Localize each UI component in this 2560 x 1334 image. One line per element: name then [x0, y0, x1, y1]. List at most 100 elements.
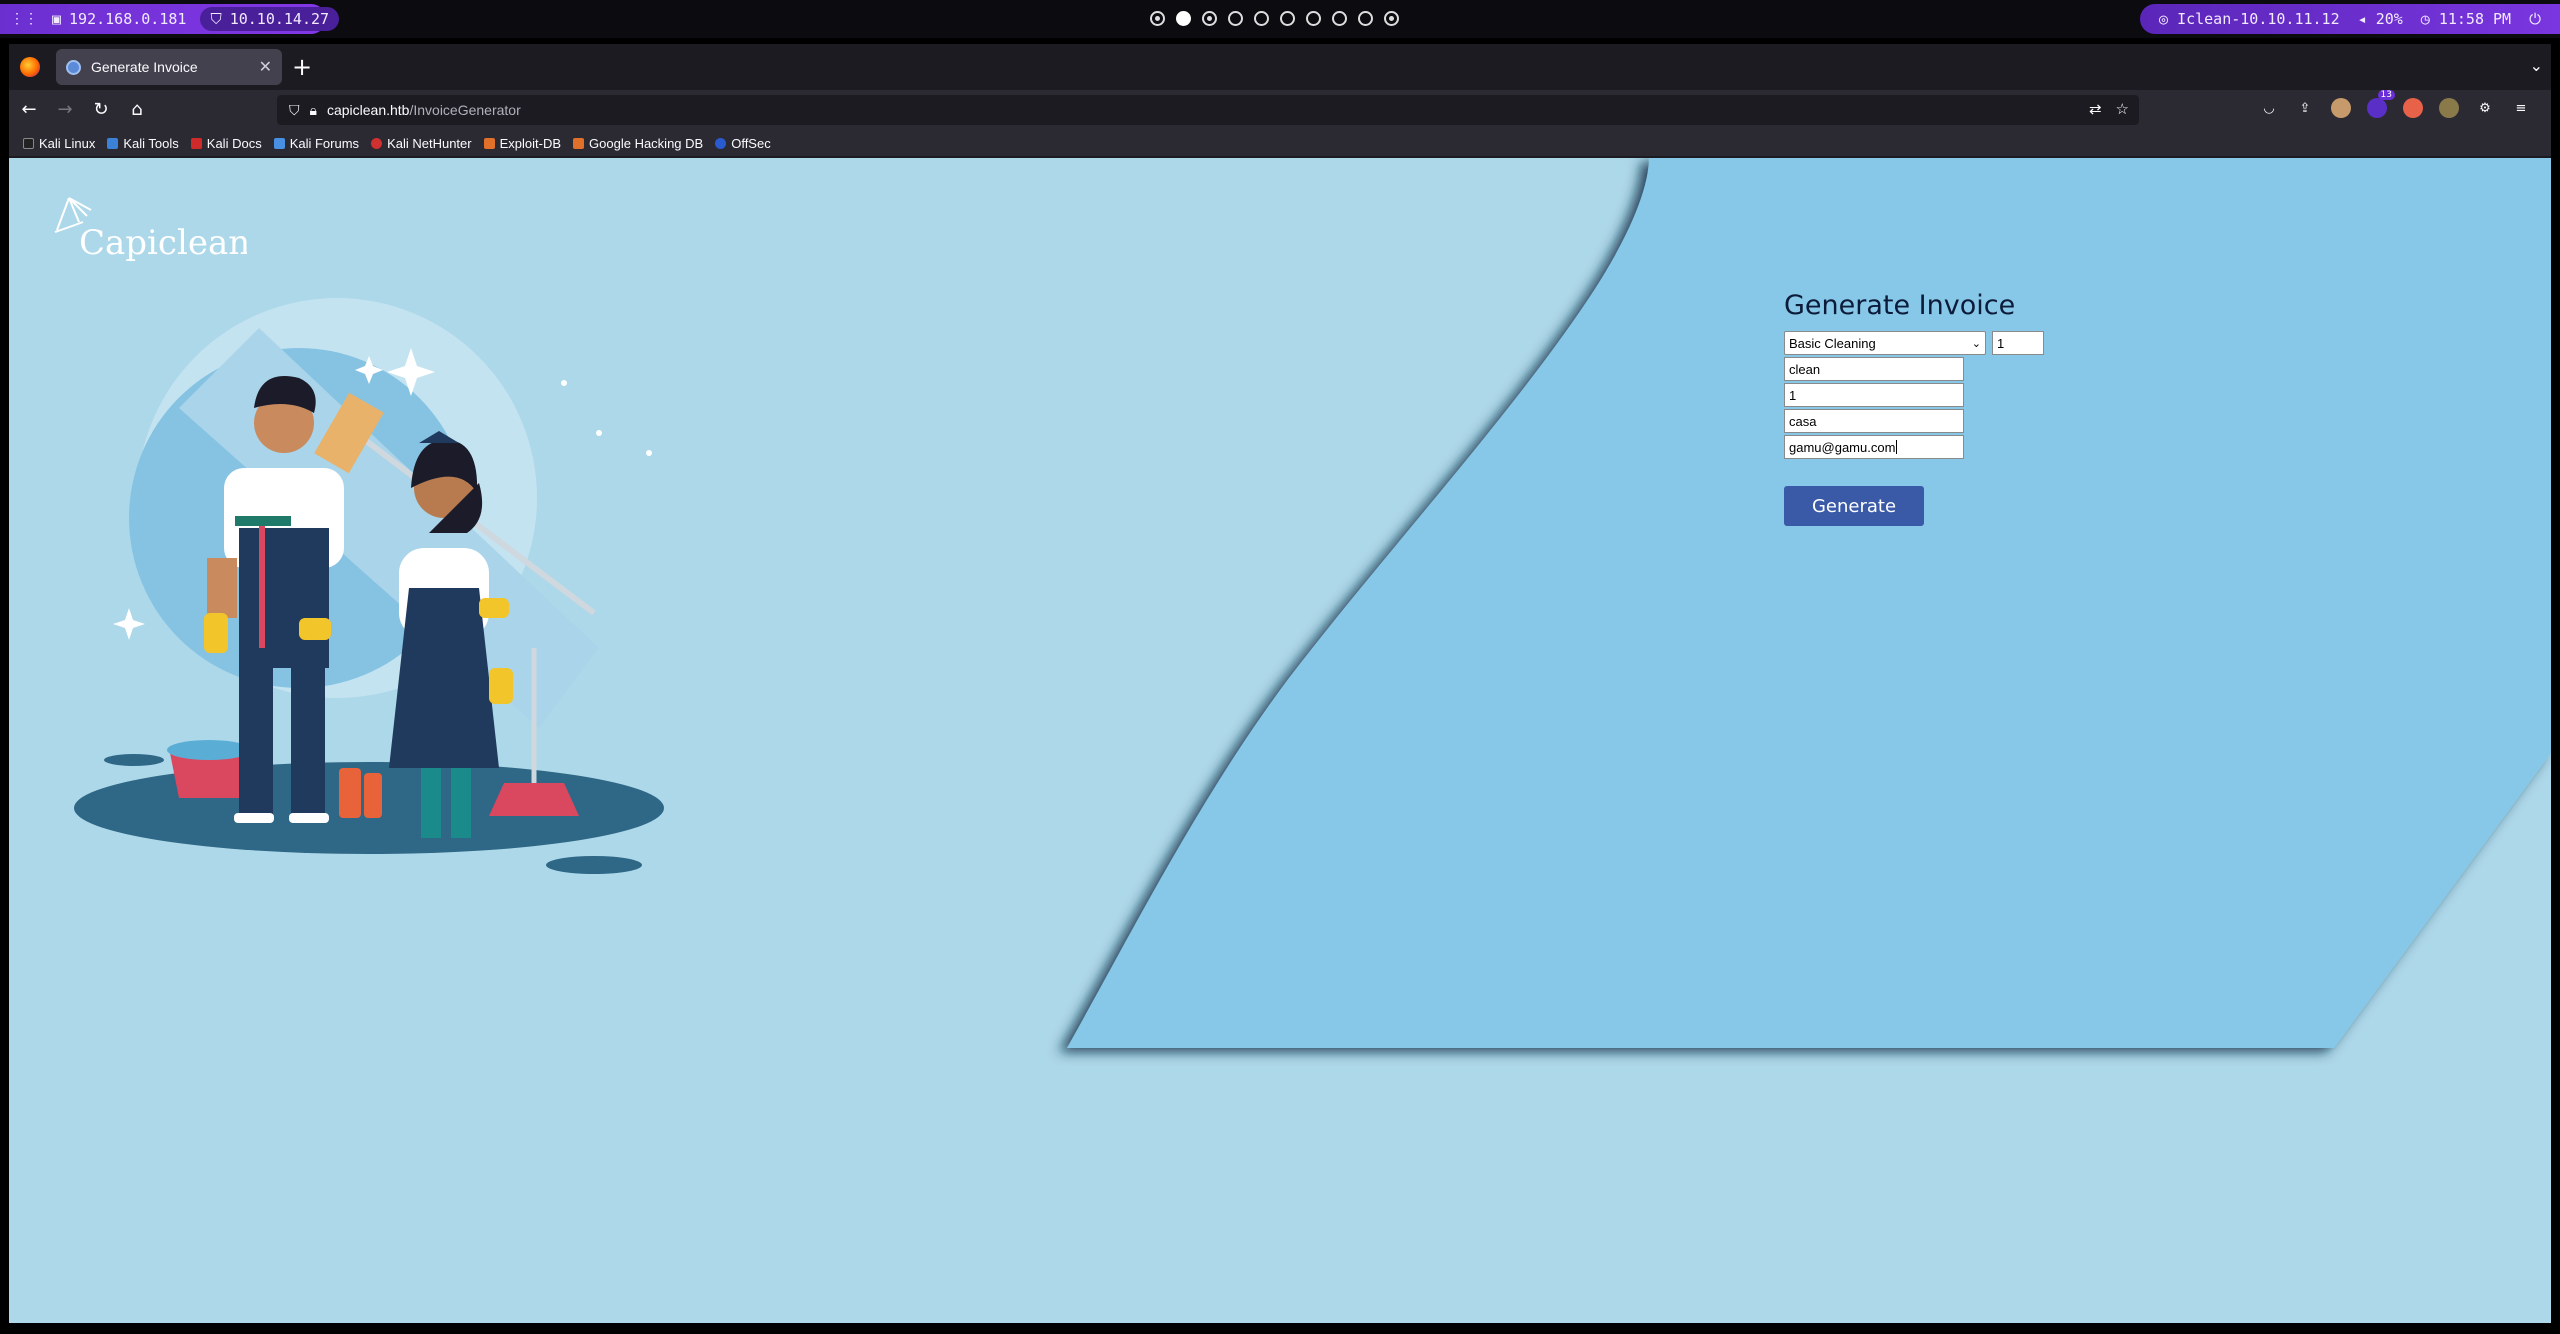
workspace-switcher [1150, 11, 1399, 26]
extension-face-icon[interactable] [2331, 98, 2351, 118]
extension-pen-icon[interactable] [2439, 98, 2459, 118]
bookmark-exploit-db[interactable]: Exploit-DB [483, 135, 562, 151]
lock-icon[interactable]: 🔒︎ [310, 102, 317, 119]
chevron-down-icon: ⌄ [1971, 337, 1981, 350]
vpn-ip-text: 10.10.14.27 [229, 10, 330, 28]
url-host: capiclean.htb [326, 102, 410, 118]
address-input[interactable]: casa [1784, 409, 1964, 433]
pocket-icon[interactable]: ◡ [2259, 98, 2279, 118]
shield-icon: ⛉ [210, 10, 222, 28]
workspace-8[interactable] [1332, 11, 1347, 26]
offsec-icon [715, 137, 727, 149]
workspace-9[interactable] [1358, 11, 1373, 26]
tab-title: Generate Invoice [91, 59, 198, 75]
exploit-db-icon [483, 137, 495, 149]
speaker-icon: ◂ [2357, 10, 2367, 28]
back-arrow-icon[interactable]: ← [17, 98, 41, 122]
workspace-1[interactable] [1150, 11, 1165, 26]
email-input[interactable]: gamu@gamu.com [1784, 435, 1964, 459]
bookmark-label: Kali NetHunter [387, 135, 472, 151]
client-value: 1 [1789, 387, 1797, 403]
bookmark-label: Kali Forums [289, 135, 360, 151]
local-ip-text: 192.168.0.181 [69, 10, 187, 28]
bookmark-kali-nethunter[interactable]: Kali NetHunter [371, 136, 472, 151]
bookmark-google-hacking-db[interactable]: Google Hacking DB [573, 136, 703, 151]
generate-button[interactable]: Generate [1784, 486, 1924, 526]
client-input[interactable]: 1 [1784, 383, 1964, 407]
bookmark-label: Exploit-DB [499, 135, 562, 151]
bookmark-kali-tools[interactable]: Kali Tools [107, 135, 179, 151]
bookmark-label: Kali Linux [39, 135, 96, 151]
bookmark-label: Kali Tools [123, 135, 179, 151]
menu-icon[interactable]: ≡ [2511, 98, 2531, 118]
bookmark-kali-docs[interactable]: Kali Docs [190, 135, 262, 151]
capiclean-logo[interactable]: Capiclean [47, 188, 250, 272]
workspace-7[interactable] [1306, 11, 1321, 26]
workspace-2[interactable] [1176, 11, 1191, 26]
workspace-6[interactable] [1280, 11, 1295, 26]
monitor-icon: ▣ [52, 10, 62, 28]
translate-icon[interactable]: ⇄ [2089, 100, 2102, 118]
shield-icon[interactable]: ⛉ [289, 102, 300, 119]
plus-icon[interactable]: + [292, 53, 312, 81]
quantity-value: 1 [1997, 335, 2005, 351]
project-input[interactable]: clean [1784, 357, 1964, 381]
email-value: gamu@gamu.com [1789, 439, 1896, 455]
volume-indicator[interactable]: ◂ 20% [2358, 10, 2403, 28]
firefox-icon[interactable] [20, 57, 40, 77]
form-title: Generate Invoice [1784, 290, 2016, 321]
home-icon[interactable]: ⌂ [125, 98, 149, 122]
service-select[interactable]: Basic Cleaning ⌄ [1784, 331, 1986, 355]
system-bar-right: ◎ Iclean-10.10.11.12 ◂ 20% ◷ 11:58 PM ⏻ [2140, 4, 2560, 34]
bookmark-label: Google Hacking DB [589, 135, 704, 151]
logo-text: Capiclean [79, 223, 247, 263]
extension-badge: 13 [2377, 90, 2395, 100]
nethunter-icon [371, 137, 383, 149]
target-indicator: ◎ Iclean-10.10.11.12 [2159, 10, 2340, 28]
kali-dragon-icon [23, 137, 34, 149]
extension-shield-icon[interactable]: 13 [2367, 90, 2395, 118]
settings-icon[interactable]: ⚙ [2475, 98, 2495, 118]
clock: ◷ 11:58 PM [2421, 10, 2511, 28]
power-icon[interactable]: ⏻ [2529, 10, 2541, 28]
navigation-bar: ← → ↻ ⌂ ⛉ 🔒︎ capiclean.htb/InvoiceGenera… [9, 90, 2551, 130]
apps-grid-icon[interactable]: ⋮⋮ [10, 11, 38, 27]
reload-icon[interactable]: ↻ [89, 98, 113, 122]
tab-generate-invoice[interactable]: Generate Invoice ✕ [56, 49, 282, 85]
workspace-3[interactable] [1202, 11, 1217, 26]
vpn-ip-indicator: ⛉ 10.10.14.27 [200, 7, 340, 31]
tab-bar: Generate Invoice ✕ + ⌄ [9, 44, 2551, 90]
bookmark-offsec[interactable]: OffSec [715, 136, 771, 151]
target-text: Iclean-10.10.11.12 [2177, 10, 2340, 28]
ghdb-icon [573, 137, 585, 149]
bookmark-kali-forums[interactable]: Kali Forums [273, 135, 360, 151]
chevron-down-icon[interactable]: ⌄ [2530, 56, 2543, 75]
clock-icon: ◷ [2420, 10, 2430, 28]
clock-text: 11:58 PM [2438, 10, 2512, 28]
kali-tools-icon [107, 137, 119, 149]
text-caret [1896, 440, 1898, 454]
star-icon[interactable]: ☆ [2116, 100, 2129, 118]
workspace-10[interactable] [1384, 11, 1399, 26]
workspace-4[interactable] [1228, 11, 1243, 26]
close-icon[interactable]: ✕ [259, 57, 272, 77]
extension-cookie-icon[interactable] [2403, 98, 2423, 118]
url-bar-actions: ⇄ ☆ [2089, 100, 2129, 118]
bookmark-label: Kali Docs [206, 135, 262, 151]
system-top-bar: ⋮⋮ ▣ 192.168.0.181 ⛉ 10.10.14.27 ◎ Iclea… [0, 0, 2560, 38]
kali-docs-icon [190, 137, 202, 149]
forward-arrow-icon[interactable]: → [53, 98, 77, 122]
address-value: casa [1789, 413, 1817, 429]
url-path: /InvoiceGenerator [409, 102, 521, 118]
share-icon[interactable]: ⇪ [2295, 98, 2315, 118]
url-bar[interactable]: ⛉ 🔒︎ capiclean.htb/InvoiceGenerator ⇄ ☆ [277, 95, 2139, 125]
workspace-5[interactable] [1254, 11, 1269, 26]
quantity-input[interactable]: 1 [1992, 331, 2044, 355]
invoice-form: Generate Invoice Basic Cleaning ⌄ 1 clea… [1784, 290, 2044, 526]
service-select-value: Basic Cleaning [1789, 335, 1876, 351]
kali-forums-icon [273, 137, 285, 149]
bookmark-kali-linux[interactable]: Kali Linux [23, 136, 95, 151]
target-icon: ◎ [2159, 10, 2169, 28]
toolbar-extensions: ◡ ⇪ 13 ⚙ ≡ [2259, 90, 2531, 118]
project-value: clean [1789, 361, 1821, 377]
